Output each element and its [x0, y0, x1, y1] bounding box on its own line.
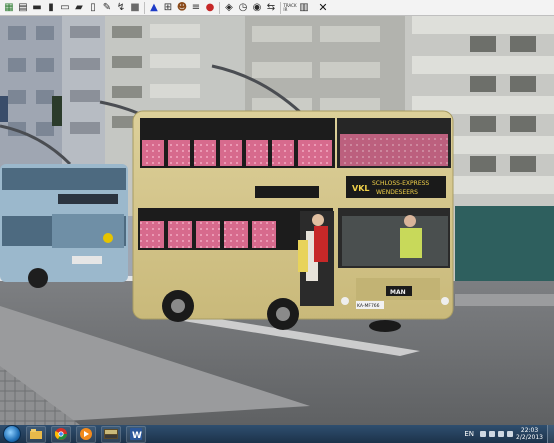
toolbar-separator	[144, 1, 145, 14]
arrow-up-icon[interactable]	[489, 431, 496, 437]
svg-text:W: W	[132, 431, 142, 440]
word-icon[interactable]: W	[126, 425, 146, 443]
road-icon[interactable]: ≡	[190, 2, 202, 14]
system-tray: EN 22:03 2/2/2013	[464, 425, 554, 443]
destination-line2: WENDESEERS	[376, 189, 418, 196]
scene-render: VKL SCHLOSS-EXPRESS WENDESEERS MAN KA-MF…	[0, 16, 554, 425]
flag-icon[interactable]	[480, 431, 487, 437]
box-icon[interactable]: ■	[129, 2, 141, 14]
media-player-icon[interactable]	[76, 425, 96, 443]
alarm-icon[interactable]: ▲	[148, 2, 160, 14]
blue-bus	[0, 164, 128, 288]
close-icon[interactable]: ✕	[317, 1, 329, 14]
explorer-icon[interactable]	[26, 425, 46, 443]
map-icon[interactable]: ▦	[3, 2, 15, 14]
show-desktop-button[interactable]	[547, 425, 554, 443]
bus-stop-icon[interactable]: ⊞	[162, 2, 174, 14]
traffic-icon[interactable]: ●	[204, 2, 216, 14]
brand-logo: MAN	[390, 289, 406, 296]
tools-icon[interactable]: ✎	[101, 2, 113, 14]
network-icon[interactable]	[498, 431, 505, 437]
route-number: VKL	[352, 184, 370, 193]
ticket-icon[interactable]: ◈	[223, 2, 235, 14]
toolbar-separator	[219, 1, 220, 14]
clock-icon[interactable]: ◷	[237, 2, 249, 14]
simulation-viewport[interactable]: VKL SCHLOSS-EXPRESS WENDESEERS MAN KA-MF…	[0, 16, 554, 425]
clipboard-icon[interactable]: ▯	[87, 2, 99, 14]
signal-icon[interactable]: ↯	[115, 2, 127, 14]
stats-icon[interactable]: ▥	[298, 2, 310, 14]
bus-side-icon[interactable]: ▭	[59, 2, 71, 14]
windows-taskbar: W EN 22:03 2/2/2013	[0, 425, 554, 443]
track-icon[interactable]: TRACK IR	[283, 2, 296, 14]
switch-icon[interactable]: ⇆	[265, 2, 277, 14]
clock-time: 22:03	[520, 427, 539, 434]
street-sign	[0, 96, 8, 122]
toolbar-separator	[280, 1, 281, 14]
volume-icon[interactable]	[507, 431, 514, 437]
clock-date: 2/2/2013	[516, 434, 543, 441]
omsi-icon[interactable]	[101, 425, 121, 443]
grid-icon[interactable]: ▤	[17, 2, 29, 14]
start-button[interactable]	[3, 425, 21, 443]
language-indicator[interactable]: EN	[464, 430, 474, 438]
destination-line1: SCHLOSS-EXPRESS	[372, 180, 429, 187]
main-bus: VKL SCHLOSS-EXPRESS WENDESEERS MAN KA-MF…	[132, 110, 454, 332]
license-plate: KA-MF766	[357, 303, 380, 309]
clock[interactable]: 22:03 2/2/2013	[516, 427, 543, 441]
bus-icon[interactable]: ▬	[31, 2, 43, 14]
truck-icon[interactable]: ▰	[73, 2, 85, 14]
camera-icon[interactable]: ◉	[251, 2, 263, 14]
chrome-icon[interactable]	[51, 425, 71, 443]
traffic-light	[52, 96, 62, 126]
bus-front-icon[interactable]: ▮	[45, 2, 57, 14]
app-toolbar: ▦ ▤ ▬ ▮ ▭ ▰ ▯ ✎ ↯ ■ ▲ ⊞ ☻ ≡ ● ◈ ◷ ◉ ⇆ TRACK IR ▥ ✕	[0, 0, 554, 16]
people-icon[interactable]: ☻	[176, 2, 188, 14]
